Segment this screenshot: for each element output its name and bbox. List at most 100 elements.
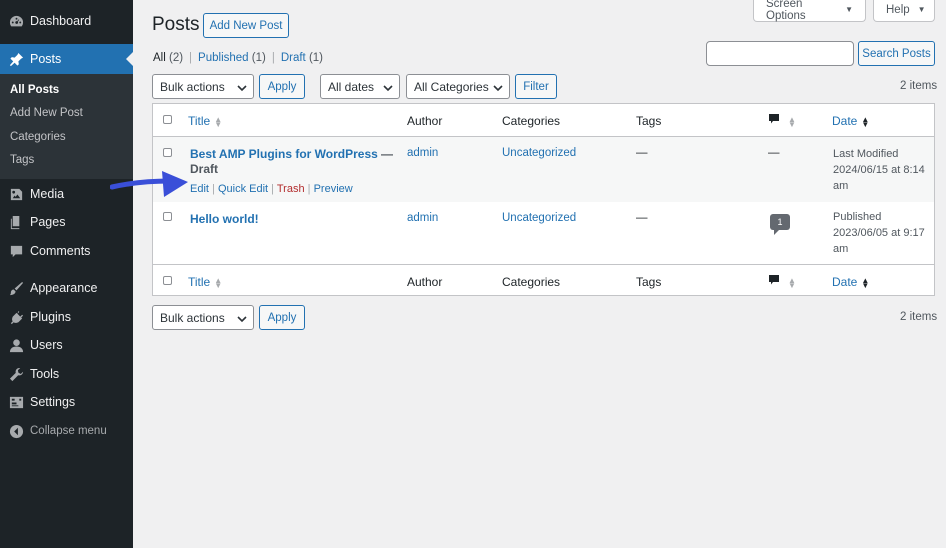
column-comments-sort-footer[interactable]: ▲ ▼ — [768, 274, 796, 289]
trash-link[interactable]: Trash — [277, 183, 305, 195]
help-button[interactable]: Help ▼ — [873, 0, 935, 22]
date-cell: Published 2023/06/05 at 9:17 am — [833, 209, 925, 257]
screen-options-label: Screen Options — [766, 0, 806, 22]
comment-count-bubble[interactable]: 1 — [770, 214, 790, 235]
date-status: Published — [833, 211, 882, 223]
bulk-actions-select-bottom[interactable]: Bulk actions — [152, 305, 254, 330]
pushpin-icon — [8, 51, 24, 67]
row-checkbox[interactable] — [163, 148, 172, 157]
table-header: Title ▲ ▼ Author Categories Tags ▲ ▼ Date ▲ ▼ — [153, 104, 934, 137]
category-link[interactable]: Uncategorized — [502, 147, 576, 159]
sort-icon: ▲ ▼ — [788, 275, 796, 290]
date-filter-select[interactable]: All dates — [320, 74, 400, 99]
menu-posts-label: Posts — [30, 52, 62, 66]
apply-button-bottom[interactable]: Apply — [259, 305, 305, 330]
menu-users-label: Users — [30, 338, 63, 352]
date-value-suffix: am — [833, 243, 849, 255]
comments-value: — — [768, 147, 780, 159]
submenu-add-new-post[interactable]: Add New Post — [10, 107, 83, 119]
apply-button-top[interactable]: Apply — [259, 74, 305, 99]
search-posts-button[interactable]: Search Posts — [858, 41, 935, 66]
collapse-menu-label: Collapse menu — [30, 425, 107, 437]
dashboard-icon — [8, 13, 24, 29]
menu-pages-label: Pages — [30, 215, 66, 229]
quick-edit-link[interactable]: Quick Edit — [218, 183, 268, 195]
caret-down-icon: ▼ — [845, 5, 853, 14]
menu-tools[interactable]: Tools — [0, 359, 133, 389]
preview-link[interactable]: Preview — [314, 183, 353, 195]
column-title-label: Title — [188, 275, 211, 289]
select-all-checkbox[interactable] — [163, 115, 172, 124]
menu-dashboard[interactable]: Dashboard — [0, 6, 133, 36]
column-comments-sort[interactable]: ▲ ▼ — [768, 113, 796, 128]
menu-users[interactable]: Users — [0, 330, 133, 360]
view-published-label: Published — [198, 52, 249, 64]
menu-settings-label: Settings — [30, 395, 76, 409]
column-title-label: Title — [188, 114, 211, 128]
annotation-arrow-icon — [110, 171, 188, 197]
edit-link[interactable]: Edit — [190, 183, 209, 195]
comment-icon — [769, 275, 779, 285]
collapse-icon — [8, 423, 24, 439]
post-title-cell: Hello world! — [190, 211, 259, 227]
add-new-post-button[interactable]: Add New Post — [203, 13, 289, 38]
search-posts-input[interactable] — [706, 41, 854, 66]
author-link[interactable]: admin — [407, 147, 438, 159]
column-title-sort[interactable]: Title ▲ ▼ — [188, 114, 222, 128]
separator: | — [189, 52, 193, 64]
select-all-checkbox-bottom[interactable] — [163, 276, 172, 285]
comment-icon — [769, 114, 779, 124]
column-author: Author — [407, 114, 443, 128]
chevron-down-icon — [237, 313, 247, 323]
menu-appearance[interactable]: Appearance — [0, 273, 133, 303]
bulk-actions-select-top[interactable]: Bulk actions — [152, 74, 254, 99]
column-date-label: Date — [832, 275, 858, 289]
settings-icon — [8, 394, 24, 410]
menu-plugins[interactable]: Plugins — [0, 302, 133, 332]
media-icon — [8, 186, 24, 202]
menu-settings[interactable]: Settings — [0, 387, 133, 417]
menu-posts[interactable]: Posts — [0, 44, 133, 74]
menu-plugins-label: Plugins — [30, 310, 71, 324]
post-title-link[interactable]: Hello world! — [190, 212, 259, 226]
menu-dashboard-label: Dashboard — [30, 14, 92, 28]
post-title-link[interactable]: Best AMP Plugins for WordPress — [190, 147, 378, 161]
column-date-sort-footer[interactable]: Date ▲ ▼ — [832, 275, 869, 289]
menu-pages[interactable]: Pages — [0, 207, 133, 237]
sort-icon: ▲ ▼ — [214, 114, 223, 129]
category-filter-select[interactable]: All Categories — [406, 74, 510, 99]
submenu-categories[interactable]: Categories — [10, 131, 66, 143]
column-author-footer: Author — [407, 275, 443, 289]
tags-value: — — [636, 147, 648, 159]
category-link[interactable]: Uncategorized — [502, 212, 576, 224]
column-categories: Categories — [502, 114, 561, 128]
column-date-sort[interactable]: Date ▲ ▼ — [832, 114, 869, 128]
menu-comments[interactable]: Comments — [0, 236, 133, 266]
sort-icon: ▲ ▼ — [861, 114, 870, 129]
author-link[interactable]: admin — [407, 212, 438, 224]
row-checkbox[interactable] — [163, 212, 172, 221]
menu-tools-label: Tools — [30, 367, 60, 381]
page-title: Posts — [152, 14, 200, 35]
sort-icon: ▲ ▼ — [788, 114, 796, 129]
view-draft[interactable]: Draft (1) — [281, 52, 323, 64]
collapse-menu-button[interactable]: Collapse menu — [0, 416, 133, 446]
date-status: Last Modified — [833, 148, 899, 160]
bulk-actions-value: Bulk actions — [160, 310, 225, 325]
submenu-tags[interactable]: Tags — [10, 154, 34, 166]
admin-sidebar: Dashboard Posts All Posts Add New Post C… — [0, 0, 133, 548]
posts-submenu: All Posts Add New Post Categories Tags — [0, 74, 133, 179]
sort-icon: ▲ ▼ — [861, 275, 870, 290]
date-value: 2023/06/05 at 9:17 — [833, 227, 925, 239]
submenu-all-posts[interactable]: All Posts — [10, 84, 59, 96]
screen-options-button[interactable]: Screen Options ▼ — [753, 0, 866, 22]
filter-button[interactable]: Filter — [515, 74, 557, 99]
post-status-views: All (2) | Published (1) | Draft (1) — [153, 52, 323, 64]
view-all[interactable]: All (2) — [153, 52, 183, 64]
table-footer: Title ▲ ▼ Author Categories Tags ▲ ▼ Date ▲ ▼ — [153, 264, 934, 296]
column-tags: Tags — [636, 114, 662, 128]
column-title-sort-footer[interactable]: Title ▲ ▼ — [188, 275, 222, 289]
view-published[interactable]: Published (1) — [198, 52, 266, 64]
plugin-icon — [8, 309, 24, 325]
view-draft-label: Draft — [280, 52, 306, 64]
